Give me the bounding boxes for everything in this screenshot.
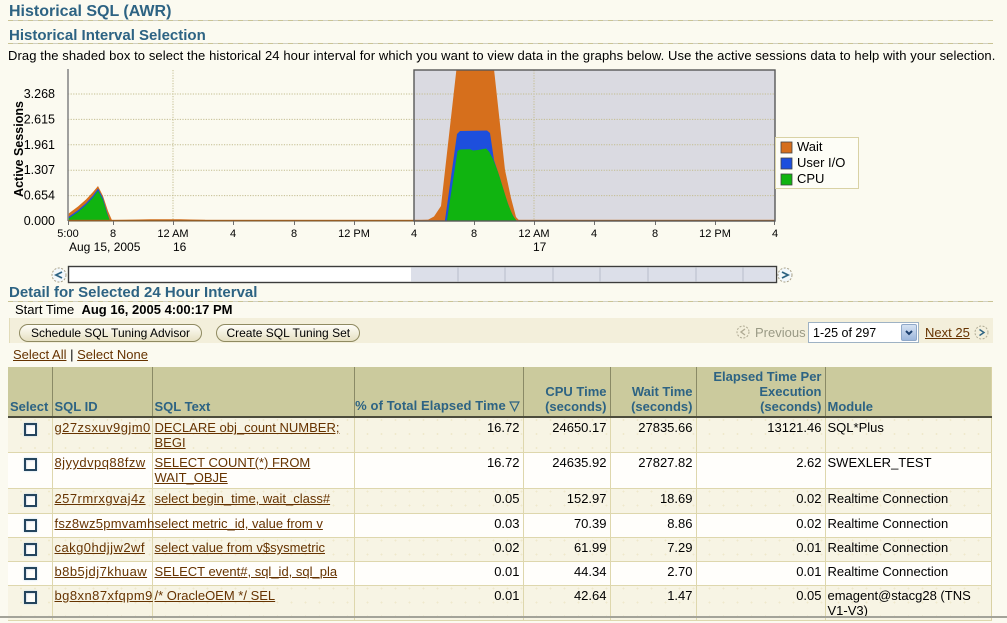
svg-text:Active Sessions: Active Sessions — [12, 101, 26, 197]
svg-text:8: 8 — [471, 228, 477, 240]
svg-text:Aug 15, 2005: Aug 15, 2005 — [69, 240, 141, 254]
svg-text:CPU: CPU — [797, 171, 824, 186]
svg-text:5:00: 5:00 — [57, 228, 78, 240]
svg-text:1.961: 1.961 — [24, 138, 55, 152]
svg-text:12 AM: 12 AM — [157, 228, 188, 240]
svg-text:4: 4 — [230, 228, 236, 240]
svg-text:2.615: 2.615 — [24, 112, 55, 126]
svg-text:17: 17 — [533, 240, 547, 254]
svg-text:12 PM: 12 PM — [338, 228, 370, 240]
svg-text:3.268: 3.268 — [24, 87, 55, 101]
svg-text:8: 8 — [652, 228, 658, 240]
svg-text:12 PM: 12 PM — [699, 228, 731, 240]
svg-text:4: 4 — [591, 228, 597, 240]
svg-text:1.307: 1.307 — [24, 163, 55, 177]
svg-text:0.000: 0.000 — [24, 214, 55, 228]
svg-text:User I/O: User I/O — [797, 155, 845, 170]
svg-text:12 AM: 12 AM — [518, 228, 549, 240]
svg-text:4: 4 — [411, 228, 417, 240]
svg-text:0.654: 0.654 — [24, 189, 55, 203]
svg-text:4: 4 — [772, 228, 778, 240]
svg-text:8: 8 — [291, 228, 297, 240]
svg-text:16: 16 — [173, 240, 187, 254]
svg-text:Wait: Wait — [797, 139, 823, 154]
svg-text:8: 8 — [110, 228, 116, 240]
